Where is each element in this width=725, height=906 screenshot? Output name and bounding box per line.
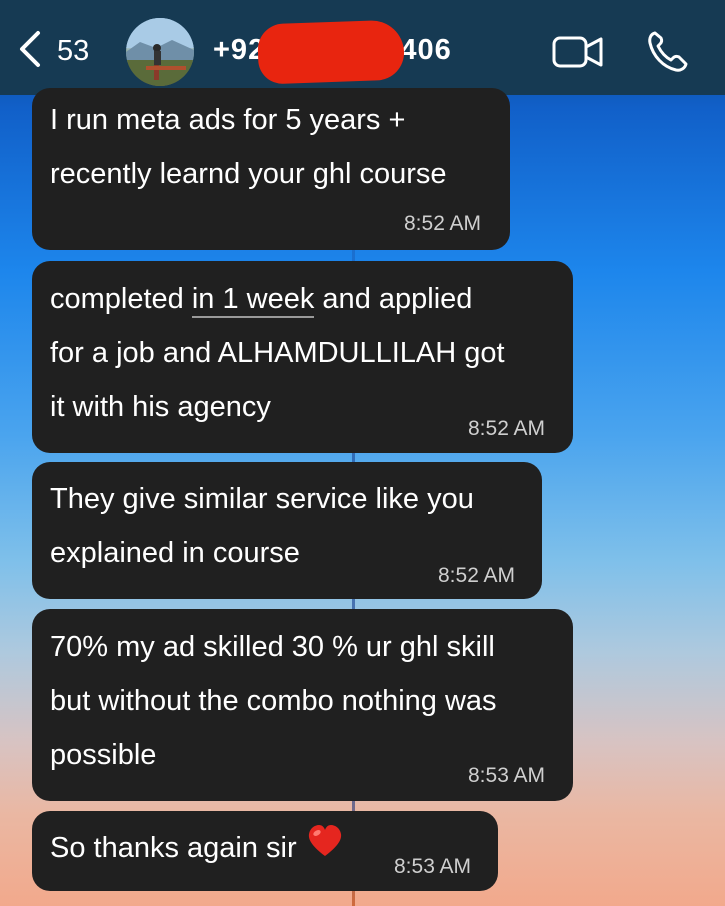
chevron-left-icon xyxy=(20,31,40,67)
message-text-line: 70% my ad skilled 30 % ur ghl skill xyxy=(50,631,495,663)
message-text-line: So thanks again sir xyxy=(50,821,343,876)
video-camera-icon[interactable] xyxy=(552,33,604,71)
message-text-line: recently learnd your ghl course xyxy=(50,158,447,190)
message-text-line: but without the combo nothing was xyxy=(50,685,497,717)
message-text-line: it with his agency xyxy=(50,391,271,423)
message-text-line: completed in 1 week and applied xyxy=(50,272,472,326)
message-text-line: They give similar service like you xyxy=(50,483,474,515)
message-text-segment: So thanks again sir xyxy=(50,832,297,864)
message-text-segment: completed xyxy=(50,283,192,315)
message-bubble[interactable]: So thanks again sir 8:53 AM xyxy=(32,811,498,891)
message-bubble[interactable]: I run meta ads for 5 years + recently le… xyxy=(32,88,510,250)
back-button[interactable] xyxy=(16,30,44,68)
message-text-line: explained in course xyxy=(50,537,300,569)
message-time: 8:53 AM xyxy=(394,855,472,878)
avatar[interactable] xyxy=(126,18,194,86)
message-text-line: I run meta ads for 5 years + xyxy=(50,104,406,136)
underlined-text: in 1 week xyxy=(191,283,315,318)
message-text-line: possible xyxy=(50,739,157,771)
unread-count[interactable]: 53 xyxy=(57,35,89,68)
message-bubble[interactable]: 70% my ad skilled 30 % ur ghl skill but … xyxy=(32,609,573,801)
message-time: 8:52 AM xyxy=(404,212,482,235)
message-bubble[interactable]: They give similar service like you expla… xyxy=(32,462,542,599)
red-heart-icon xyxy=(307,822,343,876)
message-text-segment: and applied xyxy=(314,283,473,315)
chat-header: 53 +92 5406 xyxy=(0,0,725,95)
redaction-mark xyxy=(256,19,406,85)
message-text-line: for a job and ALHAMDULLILAH got xyxy=(50,337,505,369)
message-bubble[interactable]: completed in 1 week and applied for a jo… xyxy=(32,261,573,453)
message-time: 8:53 AM xyxy=(468,764,546,787)
phone-icon[interactable] xyxy=(646,30,688,74)
message-time: 8:52 AM xyxy=(468,417,546,440)
message-time: 8:52 AM xyxy=(438,564,516,587)
